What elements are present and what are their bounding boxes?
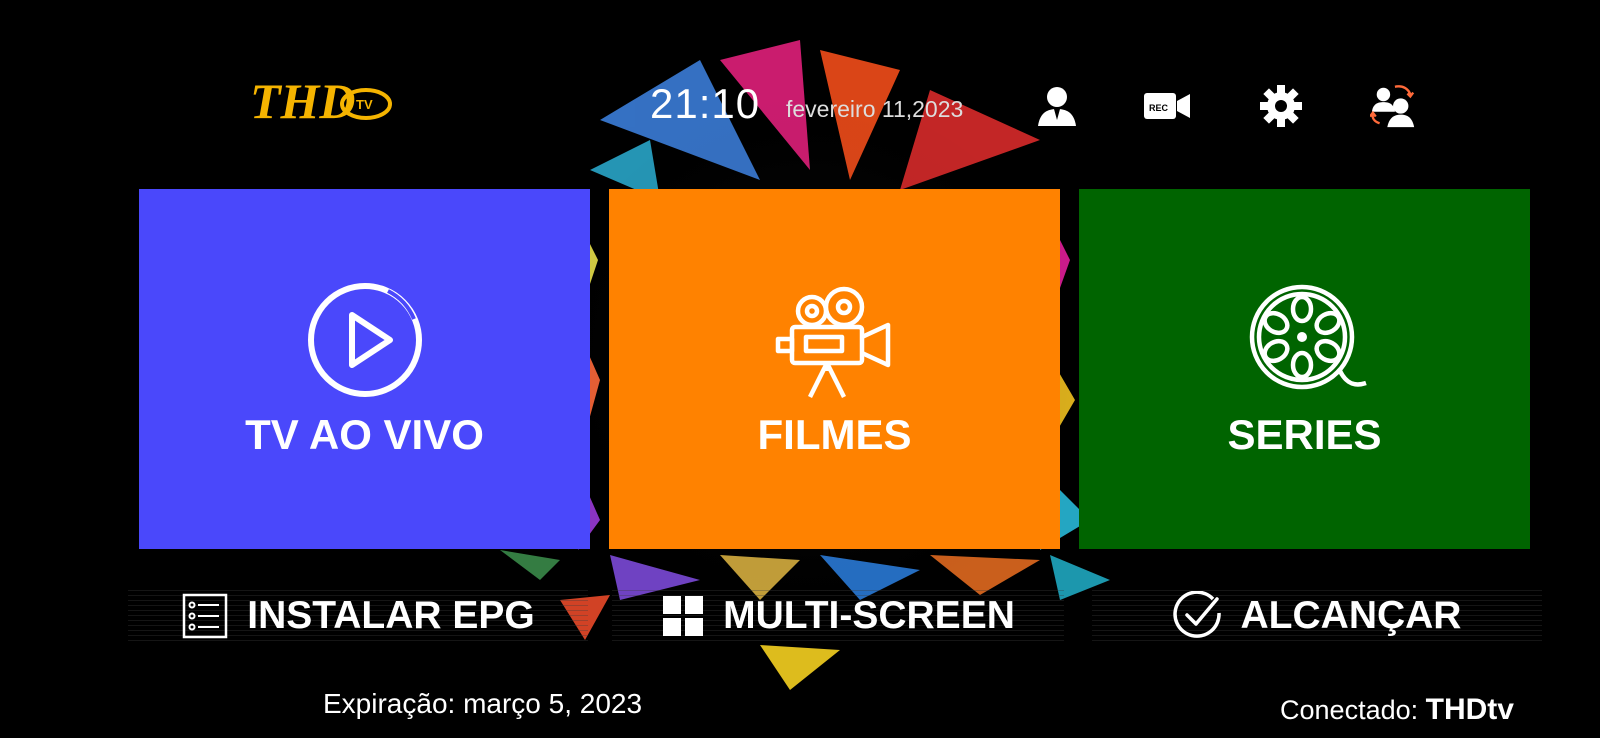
install-epg-button[interactable]: INSTALAR EPG [128, 590, 588, 642]
tile-tv-ao-vivo[interactable]: TV AO VIVO [139, 189, 590, 549]
install-epg-label: INSTALAR EPG [247, 594, 535, 637]
multi-screen-button[interactable]: MULTI-SCREEN [612, 590, 1064, 642]
current-date: fevereiro 11,2023 [786, 96, 964, 122]
user-icon [1038, 87, 1076, 126]
connected-user: THDtv [1425, 693, 1514, 726]
switch-user-button[interactable] [1370, 82, 1418, 130]
grid-icon [663, 596, 704, 636]
alcancar-label: ALCANÇAR [1240, 594, 1462, 637]
rec-camera-icon: REC [1144, 93, 1190, 119]
check-circle-icon [1172, 591, 1221, 638]
settings-button[interactable] [1257, 82, 1305, 130]
movie-camera-icon [775, 286, 890, 399]
play-circle-icon [307, 283, 422, 397]
logo-sub: TV [356, 97, 373, 112]
rec-label: REC [1149, 103, 1169, 113]
switch-user-icon [1370, 85, 1415, 128]
expiration-date: Expiração: março 5, 2023 [323, 688, 643, 719]
connection-status: Conectado: THDtv [1280, 693, 1514, 727]
logo-text: THD [250, 73, 356, 129]
tile-filmes[interactable]: FILMES [609, 189, 1060, 549]
gear-icon [1260, 85, 1302, 127]
tile-series[interactable]: SERIES [1079, 189, 1530, 549]
recordings-button[interactable]: REC [1143, 82, 1191, 130]
thd-tv-logo: THD TV [248, 70, 398, 132]
clock-time: 21:10 [650, 80, 761, 127]
tile-label-tv-ao-vivo: TV AO VIVO [245, 411, 484, 458]
tile-label-series: SERIES [1227, 411, 1382, 458]
user-button[interactable] [1033, 82, 1081, 130]
alcancar-button[interactable]: ALCANÇAR [1092, 590, 1542, 642]
tile-label-filmes: FILMES [757, 411, 912, 458]
connected-label: Conectado: [1280, 695, 1419, 725]
film-reel-icon [1249, 284, 1367, 390]
list-icon [183, 593, 228, 639]
multi-screen-label: MULTI-SCREEN [723, 594, 1015, 637]
